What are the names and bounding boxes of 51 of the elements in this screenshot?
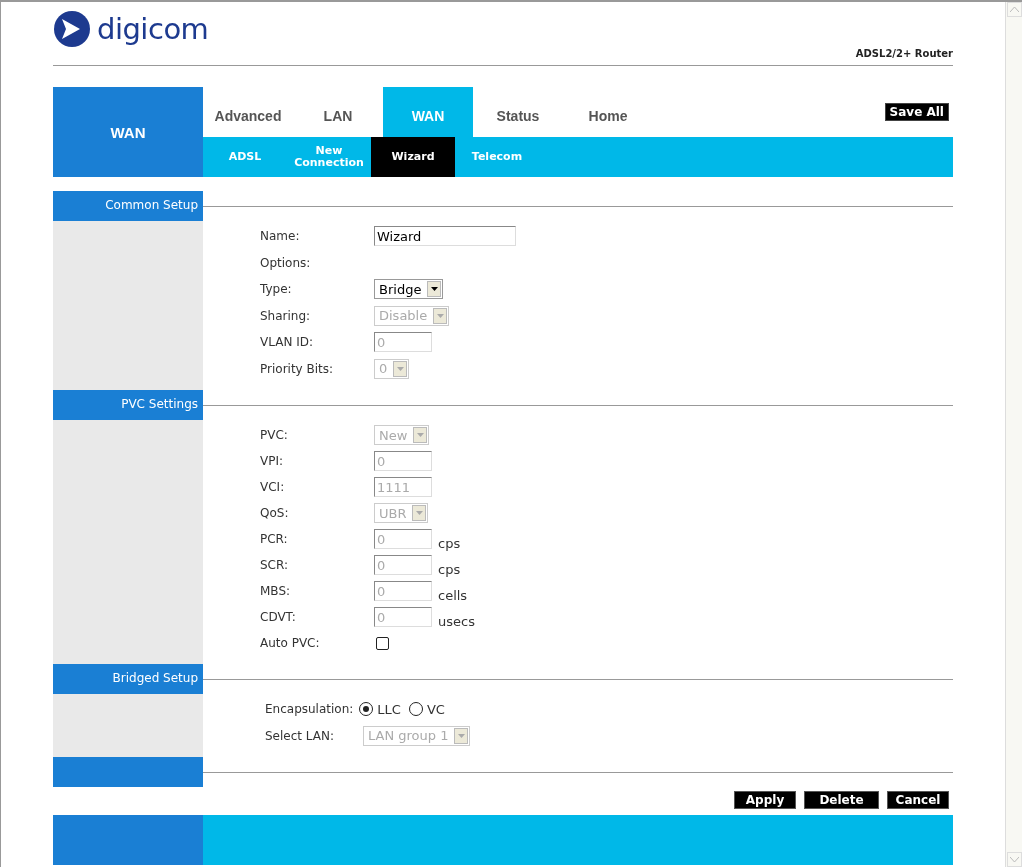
unit-label: cells bbox=[438, 587, 468, 603]
dropdown-arrow-icon bbox=[396, 366, 404, 371]
sub-tab[interactable]: ADSL bbox=[203, 137, 287, 177]
field-label: Name: bbox=[260, 229, 301, 244]
field-label: PCR: bbox=[260, 532, 289, 546]
action-button[interactable]: Delete bbox=[804, 791, 879, 809]
unit-label: usecs bbox=[438, 613, 475, 629]
section-header: Bridged Setup bbox=[53, 664, 203, 694]
field-label: VCI: bbox=[260, 480, 286, 494]
dropdown-arrow-icon bbox=[457, 733, 465, 738]
field-label: Sharing: bbox=[260, 308, 312, 323]
scroll-up-icon[interactable] bbox=[1006, 2, 1022, 17]
field-label: SCR: bbox=[260, 558, 289, 572]
section-header: Common Setup bbox=[53, 191, 203, 221]
dropdown-arrow-icon bbox=[416, 433, 424, 437]
field-label: Options: bbox=[260, 255, 312, 270]
dropdown-arrow-icon bbox=[436, 313, 444, 318]
dropdown[interactable]: Bridge bbox=[374, 279, 444, 300]
section-header: PVC Settings bbox=[53, 390, 203, 420]
logo-icon bbox=[53, 10, 91, 48]
scroll-down-icon[interactable] bbox=[1006, 852, 1022, 867]
field-label: Type: bbox=[260, 282, 293, 297]
field-label: CDVT: bbox=[260, 610, 297, 624]
sub-tab[interactable]: New Connection bbox=[287, 137, 371, 177]
action-button[interactable]: Apply bbox=[734, 791, 796, 809]
field-label: QoS: bbox=[260, 506, 290, 520]
checkbox[interactable] bbox=[376, 636, 389, 650]
sub-tab[interactable]: Wizard bbox=[371, 137, 455, 177]
logo-text: digicom bbox=[97, 14, 209, 44]
field-label: MBS: bbox=[260, 584, 292, 598]
unit-label: cps bbox=[438, 535, 461, 551]
dropdown-arrow-icon bbox=[430, 287, 438, 292]
field-label: Auto PVC: bbox=[260, 636, 321, 650]
nav-tab[interactable]: WAN bbox=[383, 87, 473, 137]
product-name: ADSL2/2+ Router bbox=[855, 48, 953, 59]
text-field[interactable]: Wizard bbox=[374, 226, 516, 247]
section-title: WAN bbox=[53, 87, 203, 177]
field-label: Priority Bits: bbox=[260, 361, 335, 376]
field-label: VPI: bbox=[260, 454, 285, 468]
radio-button[interactable]: VC bbox=[408, 701, 445, 717]
save-all-button[interactable]: Save All bbox=[884, 103, 949, 121]
field-label: PVC: bbox=[260, 428, 289, 442]
scrollbar[interactable] bbox=[1005, 2, 1022, 867]
sub-tab[interactable]: Telecom bbox=[455, 137, 539, 177]
dropdown-arrow-icon bbox=[415, 511, 423, 515]
action-button[interactable]: Cancel bbox=[887, 791, 949, 809]
field-label: Select LAN: bbox=[265, 728, 336, 743]
field-label: VLAN ID: bbox=[260, 335, 314, 350]
unit-label: cps bbox=[438, 561, 461, 577]
radio-button[interactable]: LLC bbox=[359, 701, 401, 717]
field-label: Encapsulation: bbox=[265, 702, 354, 717]
